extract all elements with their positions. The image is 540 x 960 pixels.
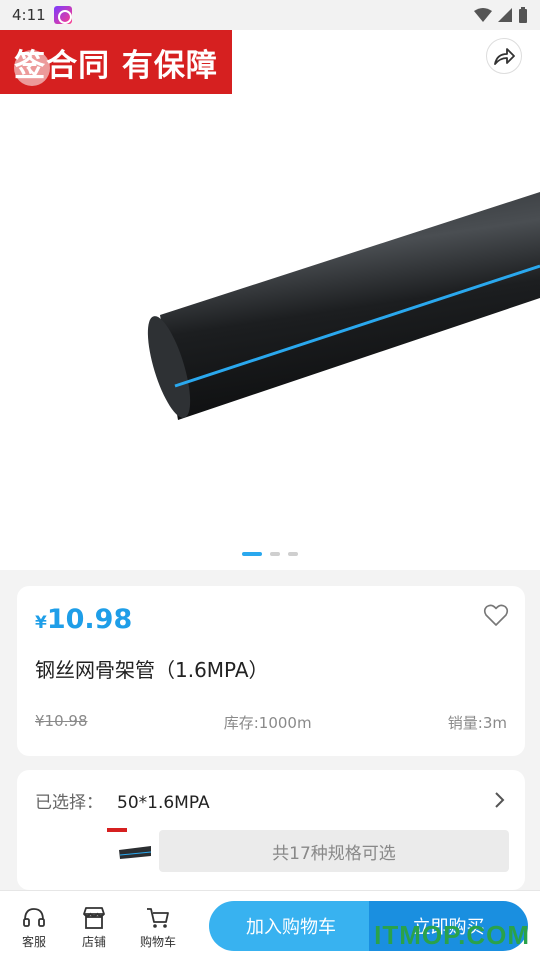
gallery-pagination <box>0 552 540 556</box>
favorite-heart-icon[interactable] <box>483 602 509 628</box>
original-price: ¥10.98 <box>35 712 88 730</box>
status-time: 4:11 <box>12 6 46 24</box>
nav-label: 客服 <box>21 935 46 949</box>
headset-icon <box>23 908 45 927</box>
product-meta: ¥10.98 库存:1000m 销量:3m <box>35 712 507 733</box>
spec-selector-card[interactable]: 已选择： 50*1.6MPA 共17种规格可选 <box>17 770 525 890</box>
product-gallery[interactable]: 签合同 有保障 <box>0 30 540 570</box>
spec-count-button[interactable]: 共17种规格可选 <box>159 830 509 872</box>
gallery-dot[interactable] <box>270 552 280 556</box>
back-arrow-icon <box>26 60 36 76</box>
nav-shop[interactable]: 店铺 <box>69 905 119 950</box>
nav-label: 购物车 <box>139 935 176 949</box>
sales-text: 销量:3m <box>447 714 507 732</box>
nav-cart[interactable]: 购物车 <box>133 905 183 950</box>
product-title: 钢丝网骨架管（1.6MPA） <box>35 658 269 682</box>
spec-value: 50*1.6MPA <box>117 793 210 813</box>
gallery-dot[interactable] <box>288 552 298 556</box>
currency-symbol: ¥ <box>35 613 47 633</box>
product-image <box>147 192 540 420</box>
nav-label: 店铺 <box>81 935 106 949</box>
status-bar: 4:11 <box>0 0 540 30</box>
wifi-icon <box>474 8 492 22</box>
selected-spec: 已选择： 50*1.6MPA <box>35 788 210 813</box>
share-icon <box>494 48 515 65</box>
product-info-card: ¥10.98 钢丝网骨架管（1.6MPA） ¥10.98 库存:1000m 销量… <box>17 586 525 756</box>
back-button[interactable] <box>14 50 50 86</box>
stock-text: 库存:1000m <box>223 714 312 732</box>
price-value: 10.98 <box>46 604 133 635</box>
shop-icon <box>83 907 105 929</box>
cart-icon <box>147 908 169 928</box>
spec-label: 已选择： <box>35 793 103 813</box>
chevron-right-icon[interactable] <box>493 790 507 810</box>
spec-thumbnail[interactable] <box>105 826 153 868</box>
product-price: ¥10.98 <box>35 604 132 635</box>
signal-icon <box>498 8 512 22</box>
add-to-cart-button[interactable]: 加入购物车 <box>209 901 373 951</box>
share-button[interactable] <box>486 38 522 74</box>
nav-customer-service[interactable]: 客服 <box>9 905 59 950</box>
app-notification-icon <box>53 6 72 24</box>
status-indicators <box>474 7 528 23</box>
watermark: ITMOP.COM <box>374 920 530 950</box>
battery-icon <box>519 7 527 23</box>
gallery-dot[interactable] <box>242 552 262 556</box>
